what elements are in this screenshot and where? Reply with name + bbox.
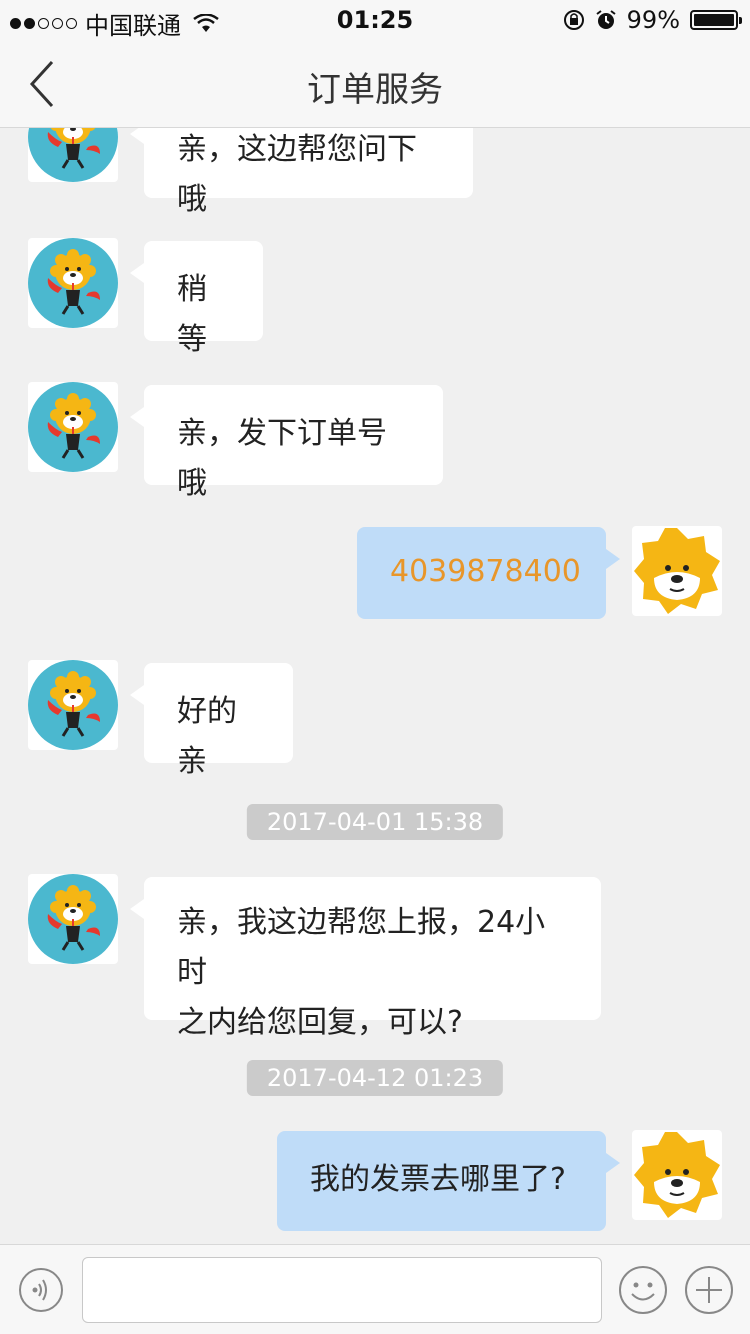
- nav-bar: 订单服务: [0, 40, 750, 128]
- chat-area[interactable]: 亲，这边帮您问下哦 稍等 亲，发下订单号哦 4039878400 好的亲 201…: [0, 128, 750, 1244]
- message-text: 我的发票去哪里了?: [310, 1162, 566, 1197]
- service-avatar[interactable]: [28, 660, 118, 750]
- message-text: 好的亲: [177, 694, 237, 779]
- message-bubble[interactable]: 稍等: [130, 241, 263, 357]
- message-bubble[interactable]: 亲，我这边帮您上报，24小时 之内给您回复，可以?: [130, 877, 601, 1040]
- voice-icon[interactable]: [18, 1267, 64, 1313]
- service-avatar[interactable]: [28, 382, 118, 472]
- status-bar: 中国联通 01:25 99%: [0, 0, 750, 40]
- page-title: 订单服务: [307, 70, 443, 110]
- message-input[interactable]: [82, 1257, 602, 1323]
- message-bubble[interactable]: 亲，这边帮您问下哦: [130, 128, 473, 217]
- battery-percent: 99%: [626, 6, 680, 34]
- service-avatar[interactable]: [28, 128, 118, 182]
- battery-icon: [690, 10, 742, 30]
- order-number-text[interactable]: 4039878400: [390, 547, 581, 597]
- input-bar: [0, 1244, 750, 1334]
- timestamp: 2017-04-12 01:23: [246, 1060, 504, 1096]
- orientation-lock-icon: [563, 10, 584, 30]
- alarm-icon: [596, 10, 616, 29]
- message-bubble[interactable]: 4039878400: [357, 527, 620, 619]
- message-text-line: 亲，我这边帮您上报，24小时: [177, 905, 546, 990]
- service-avatar[interactable]: [28, 874, 118, 964]
- message-bubble[interactable]: 好的亲: [130, 663, 293, 779]
- user-avatar[interactable]: [632, 1130, 722, 1220]
- timestamp: 2017-04-01 15:38: [246, 804, 504, 840]
- message-bubble[interactable]: 我的发票去哪里了?: [277, 1131, 620, 1231]
- message-text: 稍等: [177, 272, 207, 357]
- plus-icon[interactable]: [684, 1265, 734, 1315]
- message-text: 亲，发下订单号哦: [177, 416, 387, 501]
- user-avatar[interactable]: [632, 526, 722, 616]
- message-text: 亲，这边帮您问下哦: [177, 132, 417, 217]
- status-right: 99%: [563, 6, 742, 34]
- message-bubble[interactable]: 亲，发下订单号哦: [130, 385, 443, 501]
- message-text-line: 之内给您回复，可以?: [177, 1005, 463, 1040]
- service-avatar[interactable]: [28, 238, 118, 328]
- emoji-icon[interactable]: [618, 1265, 668, 1315]
